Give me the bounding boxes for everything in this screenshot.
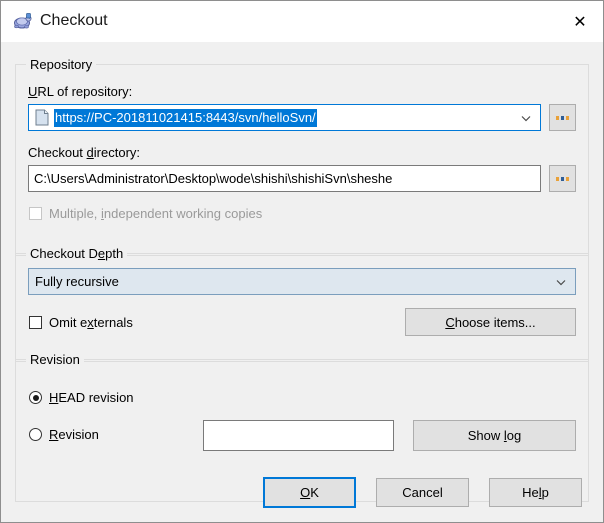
url-label-rest: RL of repository: [37,84,133,99]
checkout-depth-group-label: Checkout Depth [26,246,128,261]
url-value: https://PC-201811021415:8443/svn/helloSv… [54,108,317,127]
ellipsis-icon [556,176,569,181]
choose-items-button[interactable]: Choose items... [405,308,576,336]
dir-label-post: irectory: [93,145,141,160]
ok-accel: O [300,485,311,500]
help-pre: He [522,485,539,500]
help-button[interactable]: Help [489,478,582,507]
ok-label: OK [300,485,319,500]
repository-group-label: Repository [26,57,97,72]
checkout-directory-input[interactable]: C:\Users\Administrator\Desktop\wode\shis… [28,165,541,192]
head-post: EAD revision [58,390,134,405]
omit-pre: Omit e [49,315,88,330]
tortoise-svn-icon [14,13,32,29]
revision-group-label: Revision [26,352,84,367]
help-post: p [541,485,549,500]
show-log-pre: Show [467,428,504,443]
show-log-label: Show log [468,428,522,443]
ok-button[interactable]: OK [263,477,356,508]
choose-items-post: hoose items... [454,314,536,330]
show-log-post: og [506,428,522,443]
checkout-dialog: Checkout ✕ Repository URL of repository:… [0,0,604,523]
help-label: Help [522,485,549,500]
chevron-down-icon[interactable] [555,276,567,288]
multiple-post: ndependent working copies [103,206,263,221]
dir-label-pre: Checkout [28,145,87,160]
close-icon: ✕ [573,11,587,31]
ok-post: K [310,485,319,500]
radio-button[interactable] [29,428,42,441]
choose-items-label: Choose items... [445,315,535,330]
head-revision-radio[interactable]: HEAD revision [29,390,134,405]
multiple-working-copies-label: Multiple, independent working copies [49,206,262,221]
checkout-depth-value: Fully recursive [35,274,119,289]
head-accel: H [49,390,59,405]
depth-label-post: pth [105,246,124,261]
url-label: URL of repository: [28,84,132,99]
chevron-down-icon[interactable] [520,112,532,124]
dialog-body: Repository URL of repository: https://PC… [1,42,603,522]
dir-label-accel: d [86,145,94,160]
omit-post: ternals [93,315,133,330]
ellipsis-icon [556,115,569,120]
revision-number-input[interactable] [203,420,394,451]
omit-externals-checkbox[interactable]: Omit externals [29,315,133,330]
checkbox-box[interactable] [29,316,42,329]
multiple-working-copies-checkbox: Multiple, independent working copies [29,206,262,221]
window-title: Checkout [40,12,108,29]
checkout-directory-value: C:\Users\Administrator\Desktop\wode\shis… [34,171,393,186]
checkbox-box [29,207,42,220]
close-button[interactable]: ✕ [557,1,603,42]
depth-label-pre: Checkout D [30,246,98,261]
url-label-accel: U [28,84,38,99]
revision-post: evision [58,427,99,442]
directory-browse-button[interactable] [549,165,576,192]
cancel-button[interactable]: Cancel [376,478,469,507]
multiple-pre: Multiple, [49,206,102,221]
omit-externals-label: Omit externals [49,315,133,330]
title-bar: Checkout ✕ [1,1,603,42]
show-log-button[interactable]: Show log [413,420,576,451]
revision-radio[interactable]: Revision [29,427,99,442]
revision-accel: R [49,427,59,442]
head-revision-label: HEAD revision [49,390,134,405]
revision-radio-label: Revision [49,427,99,442]
checkout-depth-select[interactable]: Fully recursive [28,268,576,295]
document-icon [35,109,49,126]
checkout-directory-label: Checkout directory: [28,145,140,160]
radio-button[interactable] [29,391,42,404]
url-browse-button[interactable] [549,104,576,131]
url-combobox[interactable]: https://PC-201811021415:8443/svn/helloSv… [28,104,541,131]
cancel-label: Cancel [402,485,443,500]
choose-items-accel: C [445,314,455,330]
